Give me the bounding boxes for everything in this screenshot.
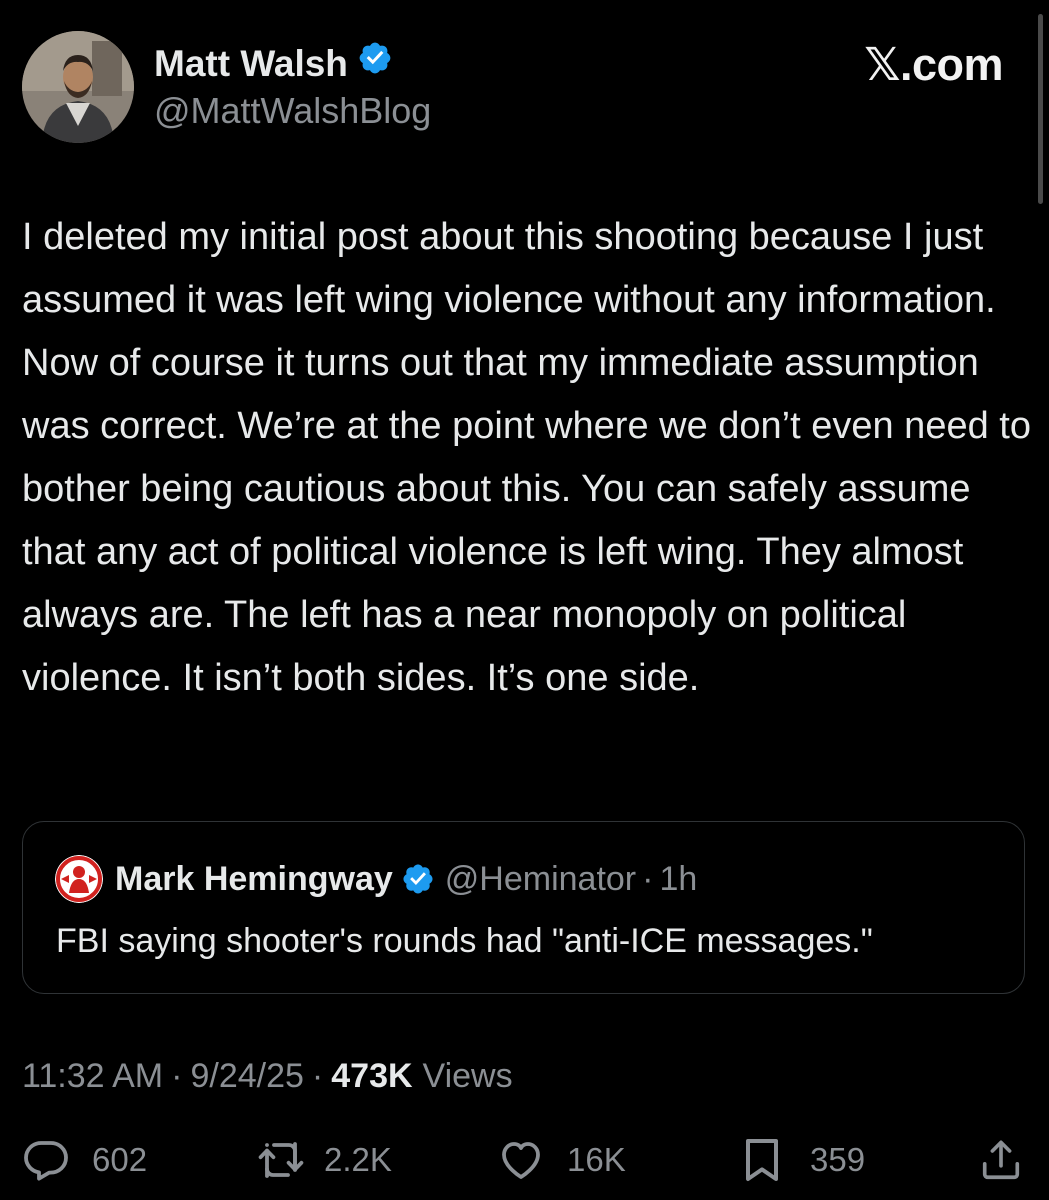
author-name[interactable]: Matt Walsh	[154, 41, 348, 87]
like-count: 16K	[567, 1141, 626, 1178]
quoted-author-avatar[interactable]	[55, 855, 103, 903]
post-date[interactable]: 9/24/25	[190, 1052, 303, 1100]
author-avatar[interactable]	[22, 31, 134, 143]
quoted-author-name[interactable]: Mark Hemingway	[115, 854, 393, 904]
quoted-separator: ·	[642, 860, 654, 898]
views-count: 473K	[331, 1057, 413, 1095]
share-upload-icon	[978, 1136, 1024, 1184]
author-name-row[interactable]: Matt Walsh	[154, 40, 393, 87]
meta-separator: ·	[171, 1057, 183, 1095]
share-button[interactable]	[978, 1132, 1024, 1188]
bookmark-button[interactable]: 359	[740, 1132, 865, 1188]
scrollbar[interactable]	[1038, 14, 1043, 204]
repost-button[interactable]: 2.2K	[256, 1132, 392, 1188]
bookmark-count: 359	[810, 1141, 866, 1178]
quoted-post-text: FBI saying shooter's rounds had "anti-IC…	[56, 922, 873, 960]
verified-badge-icon	[357, 40, 393, 87]
quoted-timestamp[interactable]: 1h	[659, 854, 697, 904]
post-text: I deleted my initial post about this sho…	[22, 216, 1042, 699]
x-brand-logo: 𝕏.com	[864, 39, 1003, 90]
meta-separator: ·	[311, 1057, 324, 1095]
quoted-post-card[interactable]: Mark Hemingway @Heminator · 1h FBI sayin…	[22, 821, 1025, 994]
post-time[interactable]: 11:32 AM	[22, 1052, 163, 1100]
reply-count: 602	[92, 1141, 148, 1178]
reply-bubble-icon	[22, 1136, 70, 1184]
quoted-header: Mark Hemingway @Heminator · 1h	[115, 854, 697, 904]
like-button[interactable]: 16K	[497, 1132, 626, 1188]
bookmark-icon	[740, 1136, 784, 1184]
repost-arrows-icon	[256, 1136, 306, 1184]
views-label: Views	[422, 1057, 513, 1095]
quoted-author-handle[interactable]: @Heminator	[445, 854, 636, 904]
post-view: Matt Walsh @MattWalshBlog 𝕏.com I delete…	[0, 0, 1049, 1200]
repost-count: 2.2K	[324, 1141, 392, 1178]
verified-badge-icon	[401, 862, 435, 896]
author-handle[interactable]: @MattWalshBlog	[154, 88, 431, 134]
heart-icon	[497, 1136, 545, 1184]
reply-button[interactable]: 602	[22, 1132, 147, 1188]
post-meta: 11:32 AM · 9/24/25 · 473K Views	[22, 1052, 513, 1100]
